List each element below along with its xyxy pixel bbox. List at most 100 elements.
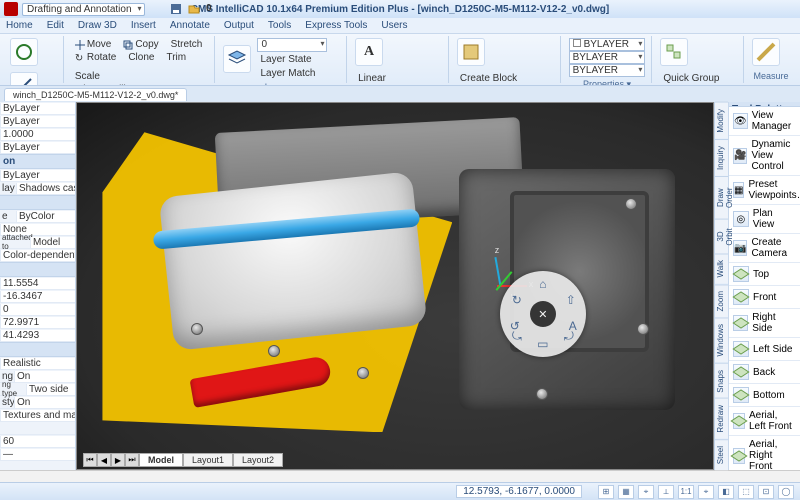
- layer-state-button[interactable]: Layer State: [257, 53, 327, 66]
- menu-home[interactable]: Home: [6, 20, 33, 31]
- mirror-button[interactable]: Trim: [163, 51, 189, 64]
- toggle-model[interactable]: ⬚: [738, 485, 754, 499]
- view-navigator[interactable]: ✕ ⌂ ⇧ A ▭ ↺ ↻ ⤾ ⤿: [500, 271, 586, 357]
- palette-dynview[interactable]: 🎥Dynamic View Control: [729, 136, 800, 176]
- prop-section-render[interactable]: [0, 342, 75, 357]
- vtab-windows[interactable]: Windows: [715, 317, 728, 362]
- vtab-3dorbit[interactable]: 3D Orbit: [715, 219, 728, 254]
- workspace-selector[interactable]: Drafting and Annotation: [22, 3, 145, 16]
- toggle-grid[interactable]: ⊞: [598, 485, 614, 499]
- prop-color[interactable]: ByLayer: [0, 103, 75, 114]
- navigator-center[interactable]: ✕: [530, 301, 556, 327]
- palette-planview[interactable]: ◎Plan View: [729, 205, 800, 234]
- prop-x[interactable]: 11.5554: [0, 278, 75, 289]
- prop-tex[interactable]: Textures and materials: [0, 410, 75, 421]
- prop-ltscale[interactable]: 1.0000: [0, 129, 75, 140]
- prop-60[interactable]: 60: [0, 436, 75, 447]
- move-button[interactable]: Move: [72, 38, 114, 51]
- palette-arf[interactable]: Aerial, Right Front: [729, 436, 800, 470]
- prop-layer[interactable]: ByLayer: [0, 116, 75, 127]
- palette-front[interactable]: Front: [729, 286, 800, 309]
- clone-button[interactable]: Clone: [125, 51, 157, 64]
- vtab-zoom[interactable]: Zoom: [715, 284, 728, 317]
- qat-open-icon[interactable]: [188, 3, 200, 15]
- toggle-polar[interactable]: ⟂: [658, 485, 674, 499]
- vtab-draworder[interactable]: Draw Order: [715, 176, 728, 219]
- nav-seg-ne[interactable]: ⇧: [560, 289, 582, 311]
- prop-bycolor[interactable]: ByColor: [16, 211, 75, 222]
- prop-dash[interactable]: —: [0, 449, 75, 460]
- menu-draw3d[interactable]: Draw 3D: [78, 20, 117, 31]
- palette-alf[interactable]: Aerial, Left Front: [729, 407, 800, 436]
- prop-section-coords[interactable]: [0, 262, 75, 277]
- menu-express[interactable]: Express Tools: [305, 20, 367, 31]
- prop-attached[interactable]: Model: [30, 237, 75, 248]
- menu-edit[interactable]: Edit: [47, 20, 64, 31]
- horizontal-scrollbar[interactable]: [0, 470, 800, 482]
- palette-back[interactable]: Back: [729, 361, 800, 384]
- menu-tools[interactable]: Tools: [268, 20, 291, 31]
- toggle-lwt[interactable]: ◧: [718, 485, 734, 499]
- menu-insert[interactable]: Insert: [131, 20, 156, 31]
- vtab-modify[interactable]: Modify: [715, 102, 728, 139]
- nav-seg-sw[interactable]: ⤿: [506, 325, 528, 347]
- tab-layout1[interactable]: Layout1: [183, 453, 233, 467]
- palette-view-manager[interactable]: 👁View Manager: [729, 107, 800, 136]
- prop-lw[interactable]: ByLayer: [0, 142, 75, 153]
- toggle-cycle[interactable]: ◯: [778, 485, 794, 499]
- palette-preset[interactable]: ▦Preset Viewpoints…: [729, 176, 800, 205]
- create-block-button[interactable]: Create Block: [457, 72, 552, 85]
- quick-group-button[interactable]: Quick Group: [660, 72, 722, 85]
- prop-section-vis[interactable]: on: [0, 154, 75, 169]
- color-combo[interactable]: BYLAYER: [569, 38, 646, 51]
- tab-nav-first[interactable]: ⏮: [83, 453, 97, 467]
- linear-dim-button[interactable]: Linear: [355, 72, 418, 85]
- vtab-steel[interactable]: Steel: [715, 439, 728, 470]
- prop-z[interactable]: 0: [0, 304, 75, 315]
- nav-seg-s[interactable]: ▭: [532, 333, 554, 355]
- vtab-walk[interactable]: Walk: [715, 253, 728, 283]
- prop-h[interactable]: 72.9971: [0, 317, 75, 328]
- stretch-button[interactable]: Stretch: [168, 38, 206, 51]
- menu-users[interactable]: Users: [381, 20, 407, 31]
- nav-seg-se[interactable]: ⤾: [558, 325, 580, 347]
- prop-y[interactable]: -16.3467: [0, 291, 75, 302]
- prop-colordep[interactable]: Color-dependent pri: [0, 250, 75, 261]
- palette-top[interactable]: Top: [729, 263, 800, 286]
- measure-button[interactable]: [752, 38, 780, 66]
- tab-nav-prev[interactable]: ◀: [97, 453, 111, 467]
- line-button[interactable]: [10, 72, 38, 86]
- text-button[interactable]: A: [355, 38, 383, 66]
- menu-output[interactable]: Output: [224, 20, 254, 31]
- tab-layout2[interactable]: Layout2: [233, 453, 283, 467]
- prop-w[interactable]: 41.4293: [0, 330, 75, 341]
- vtab-snaps[interactable]: Snaps: [715, 363, 728, 399]
- rotate-button[interactable]: ↻Rotate: [72, 51, 119, 64]
- prop-section-plot[interactable]: [0, 195, 75, 210]
- palette-bottom[interactable]: Bottom: [729, 384, 800, 407]
- prop-mat[interactable]: ByLayer: [0, 170, 75, 181]
- nav-seg-top[interactable]: ⌂: [532, 273, 554, 295]
- copy-button[interactable]: Copy: [120, 38, 161, 51]
- trim-button[interactable]: Scale: [72, 70, 103, 83]
- prop-on2[interactable]: On: [14, 397, 75, 408]
- vtab-inquiry[interactable]: Inquiry: [715, 139, 728, 176]
- file-tab[interactable]: winch_D1250C-M5-M112-V12-2_v0.dwg*: [4, 88, 187, 101]
- lineweight-combo[interactable]: BYLAYER: [569, 64, 646, 77]
- vtab-redraw[interactable]: Redraw: [715, 398, 728, 439]
- insert-block-button[interactable]: [457, 38, 485, 66]
- prop-twoside[interactable]: Two side: [26, 384, 75, 395]
- layer-combo[interactable]: 0: [257, 38, 327, 52]
- viewport-3d[interactable]: z x y ✕ ⌂ ⇧ A ▭ ↺ ↻ ⤾ ⤿ ⏮ ◀ ▶ ⏭ Model La…: [76, 102, 714, 470]
- tab-nav-next[interactable]: ▶: [111, 453, 125, 467]
- prop-shadow[interactable]: Shadows cast and r: [16, 183, 75, 194]
- toggle-dyn[interactable]: ⊡: [758, 485, 774, 499]
- circle-button[interactable]: [10, 38, 38, 66]
- qat-save-icon[interactable]: [170, 3, 182, 15]
- tab-nav-last[interactable]: ⏭: [125, 453, 139, 467]
- toggle-ortho[interactable]: ⌖: [638, 485, 654, 499]
- prop-visual[interactable]: Realistic: [0, 358, 75, 369]
- toggle-snap[interactable]: ▦: [618, 485, 634, 499]
- group-manager-button[interactable]: [660, 38, 688, 66]
- palette-right[interactable]: Right Side: [729, 309, 800, 338]
